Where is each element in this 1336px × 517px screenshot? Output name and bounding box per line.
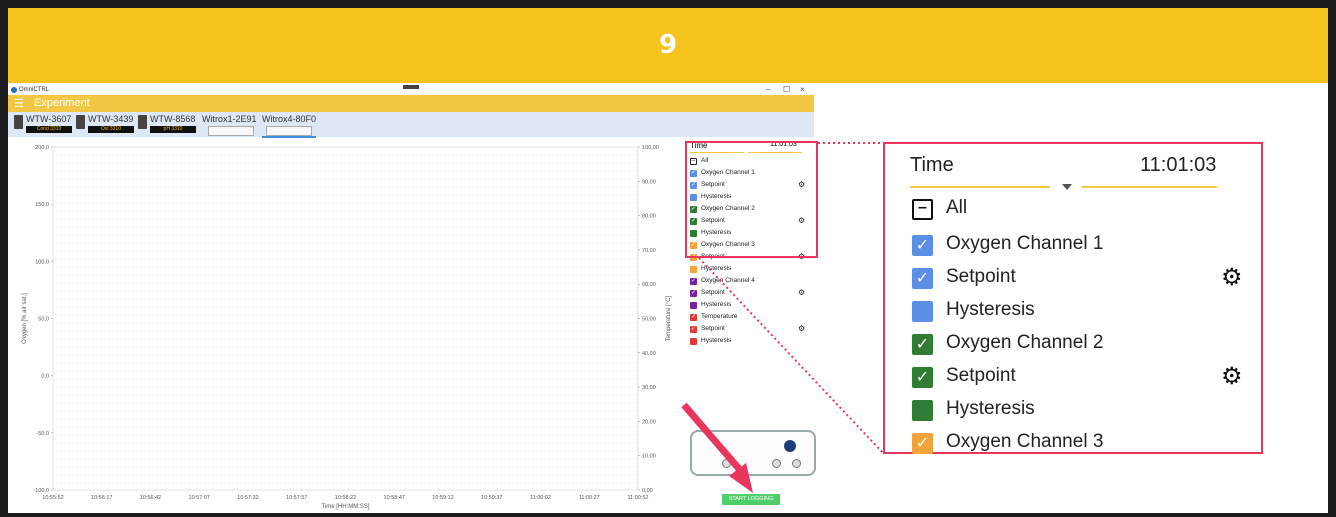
- gear-icon[interactable]: ⚙: [1221, 362, 1243, 391]
- zoom-checkbox[interactable]: ✓: [912, 235, 933, 256]
- zoom-checkbox[interactable]: ✓: [912, 433, 933, 454]
- zoom-underline: [910, 186, 1050, 188]
- dropdown-arrow-icon[interactable]: [1062, 184, 1072, 190]
- arrow-shaft: [681, 402, 743, 473]
- zoom-all-label: All: [946, 197, 968, 218]
- zoom-item-label: Oxygen Channel 3: [946, 431, 1104, 452]
- zoom-item-label: Oxygen Channel 1: [946, 233, 1104, 254]
- zoom-item-label: Hysteresis: [946, 299, 1035, 320]
- zoom-time-label: Time: [910, 154, 954, 176]
- indeterminate-checkbox[interactable]: –: [912, 199, 933, 220]
- zoom-item-label: Oxygen Channel 2: [946, 332, 1104, 353]
- dotted-connector: [698, 257, 884, 454]
- zoom-underline: [1082, 186, 1217, 188]
- zoom-item-label: Setpoint: [946, 365, 1016, 386]
- zoom-checkbox[interactable]: ✓: [912, 268, 933, 289]
- zoom-panel: Time 11:01:03 – All ✓ Oxygen Channel 1 ✓ Se…: [883, 142, 1263, 454]
- gear-icon[interactable]: ⚙: [1221, 263, 1243, 292]
- slide: 9 OmniCTRL – ☐ × ☰ Experiment WTW-3607 C…: [8, 8, 1328, 513]
- zoom-checkbox[interactable]: ✓: [912, 367, 933, 388]
- zoom-item-label: Hysteresis: [946, 398, 1035, 419]
- zoom-checkbox[interactable]: [912, 400, 933, 421]
- arrow-head: [729, 463, 753, 493]
- zoom-item-label: Setpoint: [946, 266, 1016, 287]
- zoom-checkbox[interactable]: [912, 301, 933, 322]
- zoom-time-value: 11:01:03: [1140, 154, 1217, 176]
- zoom-checkbox[interactable]: ✓: [912, 334, 933, 355]
